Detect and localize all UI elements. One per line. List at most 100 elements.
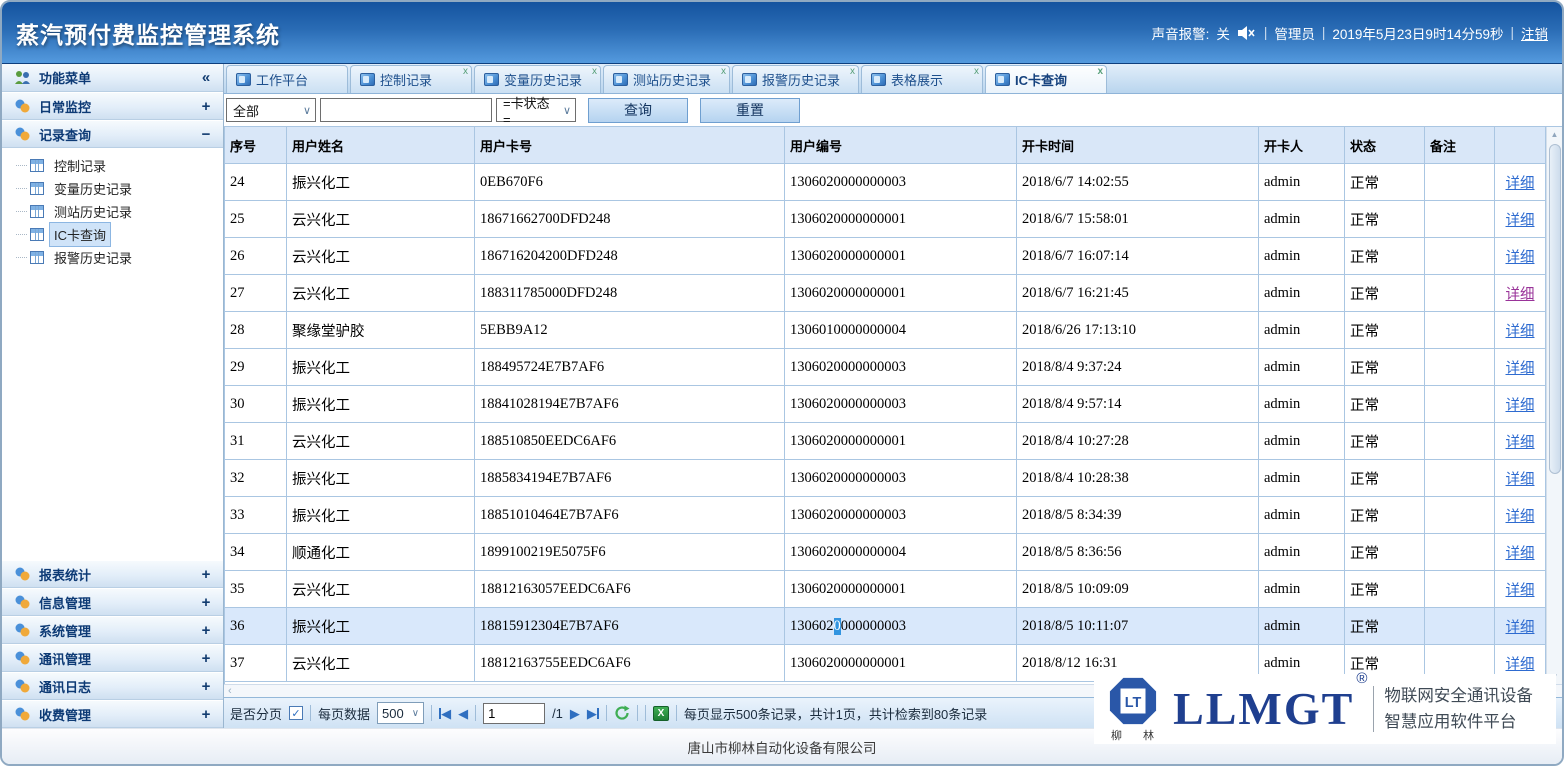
detail-link[interactable]: 详细: [1506, 653, 1535, 674]
sidebar-group-信息管理[interactable]: 信息管理+: [2, 588, 223, 616]
close-icon[interactable]: x: [592, 66, 597, 77]
detail-link[interactable]: 详细: [1506, 468, 1535, 489]
sidebar-group-系统管理[interactable]: 系统管理+: [2, 616, 223, 644]
collapse-sidebar-icon[interactable]: «: [199, 69, 213, 86]
detail-link[interactable]: 详细: [1506, 542, 1535, 563]
close-icon[interactable]: x: [721, 66, 726, 77]
table-row[interactable]: 29振兴化工188495724E7B7AF6130602000000000320…: [225, 349, 1546, 386]
reset-button[interactable]: 重置: [700, 98, 800, 123]
sidebar-group-收费管理[interactable]: 收费管理+: [2, 700, 223, 728]
paginate-checkbox[interactable]: ✓: [289, 706, 303, 720]
close-icon[interactable]: x: [1097, 66, 1103, 77]
detail-link[interactable]: 详细: [1506, 394, 1535, 415]
table-icon: [30, 182, 44, 195]
table-row[interactable]: 30振兴化工18841028194E7B7AF61306020000000003…: [225, 386, 1546, 423]
tab-表格展示[interactable]: 表格展示x: [861, 65, 983, 93]
sidebar-menu-header[interactable]: 功能菜单 «: [2, 64, 223, 92]
current-datetime: 2019年5月23日9时14分59秒: [1332, 23, 1503, 43]
expand-state-icon[interactable]: +: [199, 566, 213, 583]
detail-link[interactable]: 详细: [1506, 505, 1535, 526]
expand-state-icon[interactable]: +: [199, 98, 213, 115]
detail-link[interactable]: 详细: [1506, 616, 1535, 637]
table-row[interactable]: 26云兴化工186716204200DFD2481306020000000001…: [225, 238, 1546, 275]
sidebar-item-报警历史记录[interactable]: 报警历史记录: [2, 246, 223, 269]
close-icon[interactable]: x: [974, 66, 979, 77]
expand-state-icon[interactable]: +: [199, 594, 213, 611]
table-row[interactable]: 25云兴化工18671662700DFD24813060200000000012…: [225, 201, 1546, 238]
tab-控制记录[interactable]: 控制记录x: [350, 65, 472, 93]
detail-link[interactable]: 详细: [1506, 209, 1535, 230]
expand-state-icon[interactable]: +: [199, 706, 213, 723]
detail-link[interactable]: 详细: [1506, 283, 1535, 304]
document-icon: [871, 73, 886, 86]
table-row[interactable]: 27云兴化工188311785000DFD2481306020000000001…: [225, 275, 1546, 312]
expand-state-icon[interactable]: +: [199, 678, 213, 695]
column-header-备注: 备注: [1425, 127, 1495, 163]
speaker-muted-icon[interactable]: [1237, 25, 1257, 41]
per-page-select[interactable]: 500 ∨: [377, 702, 424, 724]
expand-state-icon[interactable]: −: [199, 126, 213, 143]
vertical-scrollbar[interactable]: ▲ ▼: [1546, 127, 1562, 684]
current-user: 管理员: [1274, 23, 1315, 43]
scroll-up-icon[interactable]: ▲: [1551, 127, 1559, 142]
scroll-left-icon[interactable]: ‹: [224, 685, 236, 697]
tab-变量历史记录[interactable]: 变量历史记录x: [474, 65, 601, 93]
next-page-button[interactable]: ▶: [570, 707, 580, 720]
prev-page-button[interactable]: ◀: [458, 707, 468, 720]
sidebar-group-通讯管理[interactable]: 通讯管理+: [2, 644, 223, 672]
refresh-icon[interactable]: [614, 705, 630, 721]
export-excel-icon[interactable]: X: [653, 706, 669, 721]
sidebar-group-日常监控[interactable]: 日常监控+: [2, 92, 223, 120]
pagination-summary: 每页显示500条记录，共计1页，共计检索到80条记录: [684, 704, 987, 723]
detail-link[interactable]: 详细: [1506, 246, 1535, 267]
table-row[interactable]: 31云兴化工188510850EEDC6AF613060200000000012…: [225, 423, 1546, 460]
page-number-input[interactable]: [483, 703, 545, 724]
card-status-select[interactable]: =卡状态= ∨: [496, 98, 576, 122]
sidebar-group-记录查询[interactable]: 记录查询−: [2, 120, 223, 148]
detail-link[interactable]: 详细: [1506, 579, 1535, 600]
field-select[interactable]: 全部 ∨: [226, 98, 316, 122]
tab-工作平台[interactable]: 工作平台: [226, 65, 348, 93]
expand-state-icon[interactable]: +: [199, 622, 213, 639]
expand-state-icon[interactable]: +: [199, 650, 213, 667]
page-total-label: /1: [552, 706, 563, 721]
table-row[interactable]: 24振兴化工0EB670F613060200000000032018/6/7 1…: [225, 164, 1546, 201]
text-selection: 0: [834, 618, 841, 635]
close-icon[interactable]: x: [463, 66, 468, 77]
table-row[interactable]: 34顺通化工1899100219E5075F613060200000000042…: [225, 534, 1546, 571]
tab-IC卡查询[interactable]: IC卡查询x: [985, 65, 1107, 93]
table-row[interactable]: 35云兴化工18812163057EEDC6AF6130602000000000…: [225, 571, 1546, 608]
header-status-area: 声音报警: 关 | 管理员 | 2019年5月23日9时14分59秒 | 注销: [1152, 23, 1548, 43]
detail-link[interactable]: 详细: [1506, 320, 1535, 341]
detail-link[interactable]: 详细: [1506, 172, 1535, 193]
users-icon: [14, 70, 31, 85]
last-page-button[interactable]: ▶: [587, 707, 599, 720]
document-icon: [484, 73, 499, 86]
keyword-input[interactable]: [320, 98, 492, 122]
column-header-用户卡号: 用户卡号: [475, 127, 785, 163]
vertical-scroll-thumb[interactable]: [1549, 144, 1561, 474]
first-page-button[interactable]: ◀: [439, 707, 451, 720]
detail-link[interactable]: 详细: [1506, 431, 1535, 452]
sidebar-item-变量历史记录[interactable]: 变量历史记录: [2, 177, 223, 200]
table-row[interactable]: 33振兴化工18851010464E7B7AF61306020000000003…: [225, 497, 1546, 534]
sidebar-group-通讯日志[interactable]: 通讯日志+: [2, 672, 223, 700]
sidebar-item-IC卡查询[interactable]: IC卡查询: [2, 223, 223, 246]
chevron-down-icon: ∨: [303, 104, 311, 117]
detail-link[interactable]: 详细: [1506, 357, 1535, 378]
search-button[interactable]: 查询: [588, 98, 688, 123]
chat-bubbles-icon: [14, 567, 31, 581]
sidebar-item-测站历史记录[interactable]: 测站历史记录: [2, 200, 223, 223]
column-header-开卡时间: 开卡时间: [1017, 127, 1259, 163]
logout-link[interactable]: 注销: [1521, 23, 1548, 43]
close-icon[interactable]: x: [850, 66, 855, 77]
table-row[interactable]: 32振兴化工1885834194E7B7AF613060200000000032…: [225, 460, 1546, 497]
sound-alarm-state[interactable]: 关: [1216, 23, 1230, 43]
sidebar-item-控制记录[interactable]: 控制记录: [2, 154, 223, 177]
chat-bubbles-icon: [14, 623, 31, 637]
table-row[interactable]: 28聚缘堂驴胶5EBB9A1213060100000000042018/6/26…: [225, 312, 1546, 349]
tab-报警历史记录[interactable]: 报警历史记录x: [732, 65, 859, 93]
tab-测站历史记录[interactable]: 测站历史记录x: [603, 65, 730, 93]
sidebar-group-报表统计[interactable]: 报表统计+: [2, 560, 223, 588]
table-row[interactable]: 36振兴化工18815912304E7B7AF61306020000000003…: [225, 608, 1546, 645]
